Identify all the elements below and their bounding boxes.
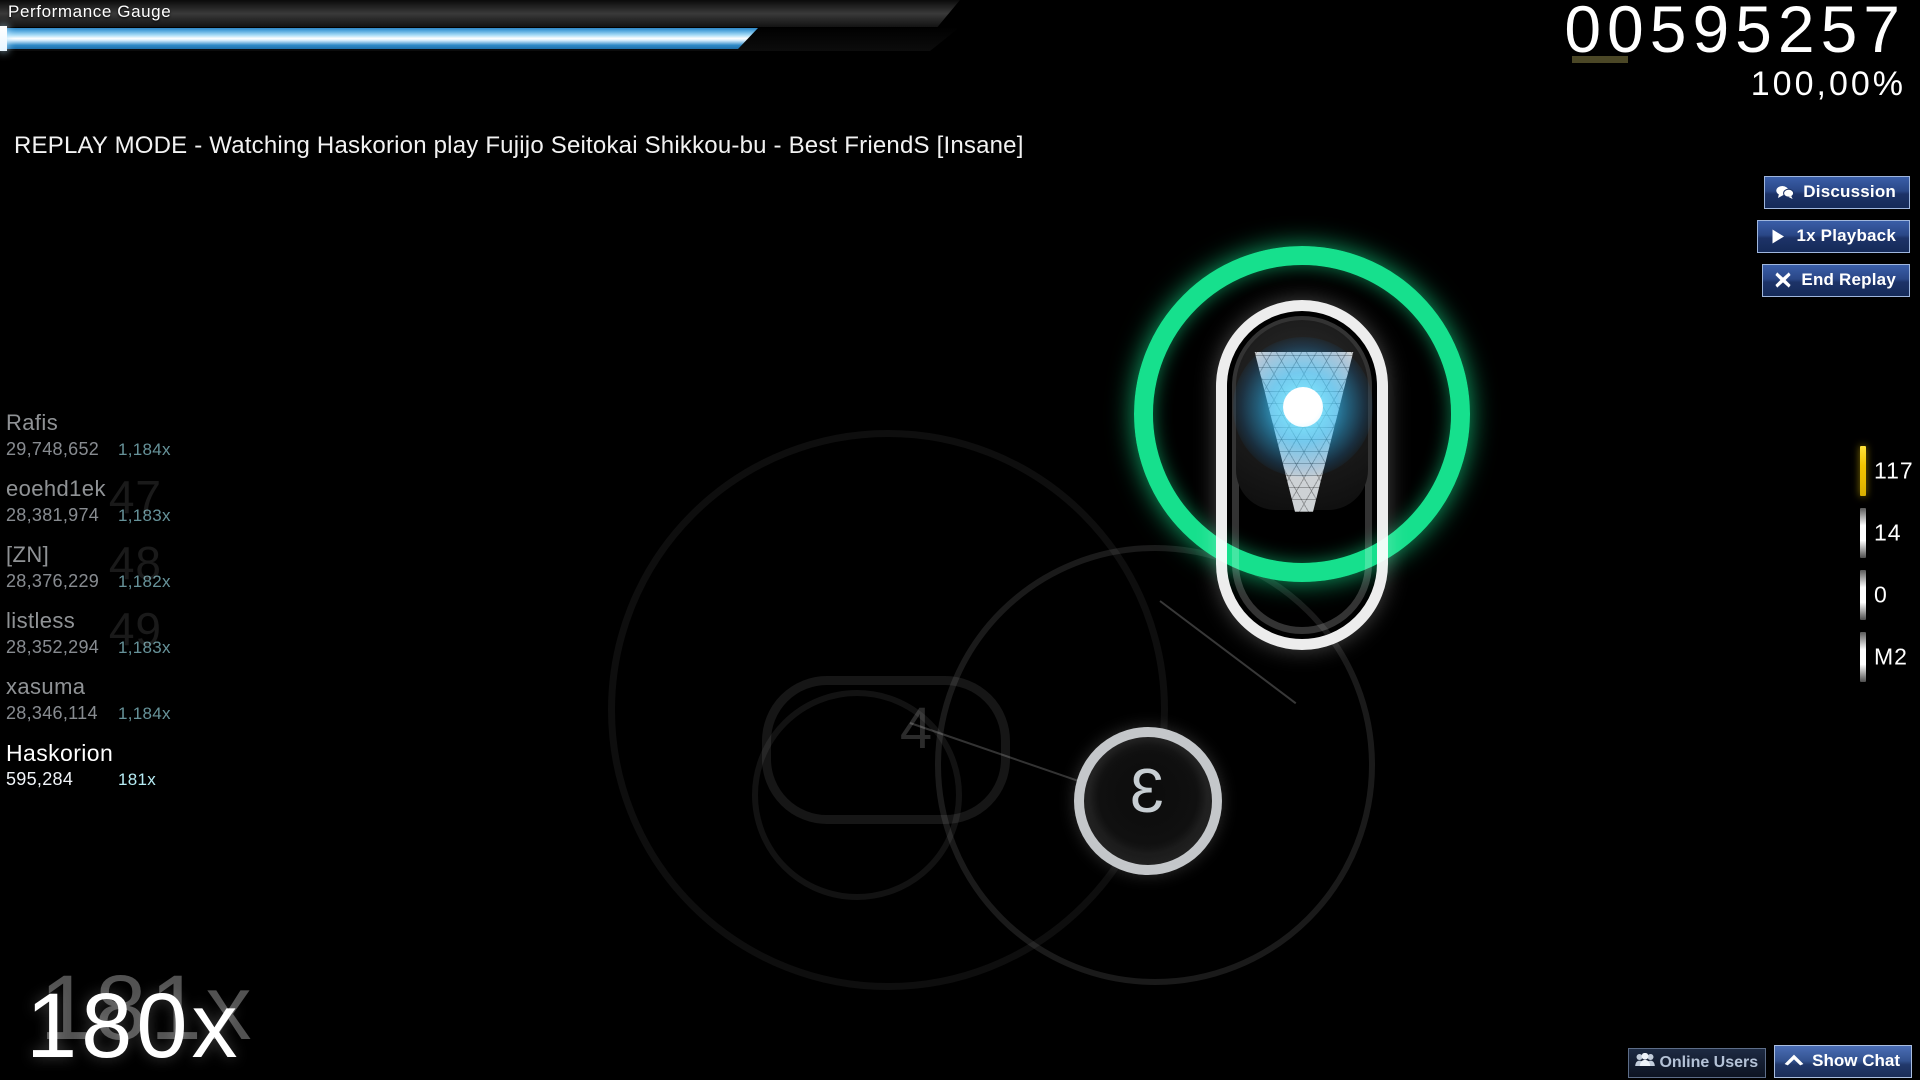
leaderboard-score: 28,346,114 bbox=[6, 703, 98, 723]
leaderboard-combo: 1,183x bbox=[118, 506, 171, 525]
online-users-label: Online Users bbox=[1659, 1053, 1759, 1071]
key-overlay-row-k1[interactable]: 117 bbox=[1860, 440, 1920, 502]
leaderboard-score: 28,352,294 bbox=[6, 637, 100, 657]
faded-slider-body bbox=[762, 676, 1010, 824]
playback-speed-button[interactable]: 1x Playback bbox=[1757, 220, 1910, 253]
chevron-up-icon bbox=[1784, 1051, 1804, 1071]
key-bar-k2 bbox=[1860, 508, 1866, 558]
leaderboard-entry[interactable]: 47 eoehd1ek 28,381,974 1,183x bbox=[0, 471, 240, 542]
slider-hexagon-wedge bbox=[1254, 352, 1354, 512]
replay-controls: Discussion 1x Playback End Replay bbox=[1757, 176, 1910, 297]
leaderboard-player-name: Rafis bbox=[6, 410, 59, 435]
speech-bubble-icon bbox=[1776, 184, 1795, 200]
leaderboard-player-name: [ZN] bbox=[6, 542, 50, 567]
leaderboard-entry[interactable]: 48 [ZN] 28,376,229 1,182x bbox=[0, 537, 240, 608]
active-slider-body-inner bbox=[1232, 316, 1372, 634]
end-replay-button-label: End Replay bbox=[1801, 270, 1896, 289]
people-icon bbox=[1635, 1052, 1656, 1072]
key-bar-m2 bbox=[1860, 632, 1866, 682]
key-count-m1: 0 bbox=[1874, 581, 1888, 608]
score-display: 00595257 100,00% bbox=[1564, 0, 1906, 102]
playfield: 4 3 bbox=[0, 0, 1920, 1080]
accuracy-value: 100,00% bbox=[1750, 65, 1906, 103]
online-users-button[interactable]: Online Users bbox=[1628, 1048, 1767, 1078]
leaderboard-combo: 1,183x bbox=[118, 638, 171, 657]
leaderboard: Rafis 29,748,652 1,184x 47 eoehd1ek 28,3… bbox=[0, 410, 240, 806]
show-chat-label: Show Chat bbox=[1812, 1051, 1900, 1070]
score-underline-marker bbox=[1572, 56, 1628, 63]
leaderboard-score: 29,748,652 bbox=[6, 439, 100, 459]
leaderboard-score: 28,376,229 bbox=[6, 571, 100, 591]
key-bar-k1 bbox=[1860, 446, 1866, 496]
performance-gauge-knob bbox=[0, 26, 7, 51]
hit-circle bbox=[1074, 727, 1222, 875]
approach-circle bbox=[1134, 246, 1470, 582]
slider-head-fill bbox=[1236, 320, 1368, 510]
slider-ball-glow bbox=[1233, 337, 1373, 477]
slider-follow-line-secondary bbox=[909, 722, 1090, 786]
leaderboard-combo: 181x bbox=[118, 770, 157, 789]
leaderboard-combo: 1,184x bbox=[118, 704, 171, 723]
slider-ball bbox=[1283, 387, 1323, 427]
end-replay-button[interactable]: End Replay bbox=[1762, 264, 1910, 297]
close-x-icon bbox=[1774, 272, 1792, 288]
key-overlay[interactable]: 117 14 0 M2 bbox=[1860, 440, 1920, 688]
key-bar-m1 bbox=[1860, 570, 1866, 620]
leaderboard-combo: 1,182x bbox=[118, 572, 171, 591]
key-count-k1: 117 bbox=[1874, 457, 1914, 484]
combo-counter-current: 180x bbox=[26, 975, 242, 1077]
performance-gauge: Performance Gauge bbox=[0, 0, 960, 56]
hit-circle-number: 3 bbox=[1131, 757, 1165, 826]
leaderboard-player-name: xasuma bbox=[6, 674, 86, 699]
follow-circle-small bbox=[752, 690, 962, 900]
score-value: 00595257 bbox=[1564, 0, 1906, 66]
discussion-button[interactable]: Discussion bbox=[1764, 176, 1910, 209]
osu-gameplay-screen: 4 3 Performance Gauge 00595257 100,00% R… bbox=[0, 0, 1920, 1080]
approach-circle-interior bbox=[1153, 265, 1451, 563]
leaderboard-player-name: eoehd1ek bbox=[6, 476, 106, 501]
leaderboard-player-name: listless bbox=[6, 608, 76, 633]
performance-gauge-label: Performance Gauge bbox=[8, 2, 172, 21]
follow-circle-large bbox=[608, 430, 1168, 990]
leaderboard-entry[interactable]: 49 listless 28,352,294 1,183x bbox=[0, 603, 240, 674]
leaderboard-entry[interactable]: xasuma 28,346,114 1,184x bbox=[0, 674, 240, 740]
leaderboard-entry-current-player[interactable]: Haskorion 595,284 181x bbox=[0, 740, 240, 806]
leaderboard-score: 595,284 bbox=[6, 769, 74, 789]
follow-circle-medium bbox=[935, 545, 1375, 985]
key-count-m2: M2 bbox=[1874, 643, 1908, 670]
active-slider-body bbox=[1216, 300, 1388, 650]
key-overlay-row-m1[interactable]: 0 bbox=[1860, 564, 1920, 626]
faded-slider-number: 4 bbox=[899, 696, 933, 761]
show-chat-button[interactable]: Show Chat bbox=[1774, 1045, 1912, 1078]
leaderboard-combo: 1,184x bbox=[118, 440, 171, 459]
leaderboard-player-name: Haskorion bbox=[6, 740, 114, 766]
slider-follow-line bbox=[1159, 600, 1297, 705]
performance-gauge-fill bbox=[0, 28, 758, 49]
discussion-button-label: Discussion bbox=[1803, 182, 1896, 201]
leaderboard-entry[interactable]: Rafis 29,748,652 1,184x bbox=[0, 410, 240, 476]
combo-counter: 181x 180x bbox=[18, 954, 438, 1074]
key-count-k2: 14 bbox=[1874, 519, 1902, 546]
playback-speed-button-label: 1x Playback bbox=[1796, 226, 1896, 245]
key-overlay-row-m2[interactable]: M2 bbox=[1860, 626, 1920, 688]
chat-bar: Online Users Show Chat bbox=[1628, 1045, 1912, 1078]
replay-mode-title: REPLAY MODE - Watching Haskorion play Fu… bbox=[14, 132, 1024, 159]
key-overlay-row-k2[interactable]: 14 bbox=[1860, 502, 1920, 564]
leaderboard-score: 28,381,974 bbox=[6, 505, 100, 525]
play-icon bbox=[1769, 228, 1787, 244]
